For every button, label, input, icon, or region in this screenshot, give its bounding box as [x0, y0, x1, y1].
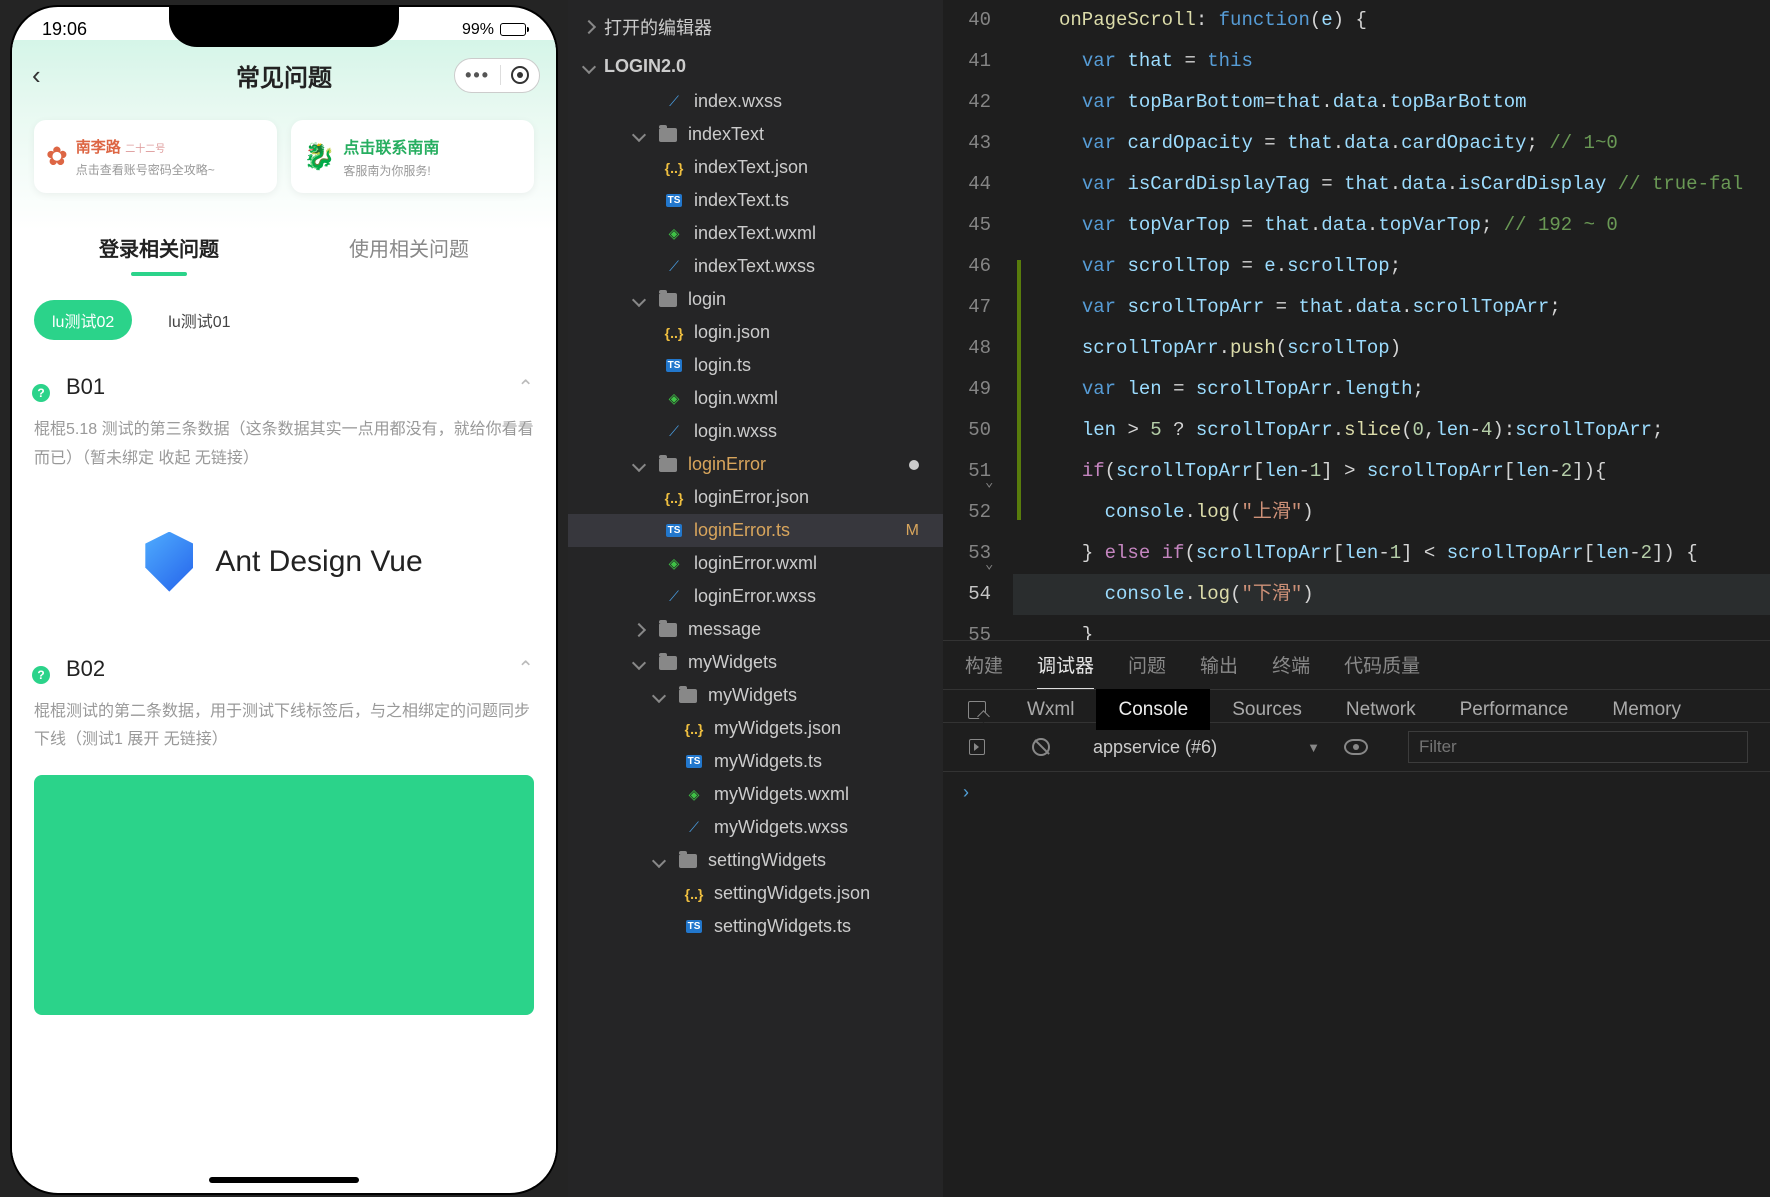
folder-indexText[interactable]: indexText: [568, 118, 943, 151]
devtools-tabs: WxmlConsoleSourcesNetworkPerformanceMemo…: [943, 690, 1770, 723]
file-myWidgets-wxml[interactable]: ◈myWidgets.wxml: [568, 778, 943, 811]
flame-question-icon: ?: [34, 376, 56, 398]
panel-tab-3[interactable]: 输出: [1200, 651, 1238, 689]
eye-icon[interactable]: [1344, 735, 1368, 759]
file-indexText-ts[interactable]: TSindexText.ts: [568, 184, 943, 217]
modified-indicator: M: [906, 522, 919, 540]
chip-test02[interactable]: lu测试02: [34, 300, 132, 340]
folder-myWidgets[interactable]: myWidgets: [568, 679, 943, 712]
panel-tab-0[interactable]: 构建: [965, 651, 1003, 689]
tab-login-issues[interactable]: 登录相关问题: [34, 223, 284, 272]
file-explorer[interactable]: 打开的编辑器 LOGIN2.0 ⟋index.wxssindexText{..}…: [568, 0, 943, 1197]
file-login-wxss[interactable]: ⟋login.wxss: [568, 415, 943, 448]
wechat-capsule[interactable]: •••: [454, 58, 540, 93]
folder-myWidgets[interactable]: myWidgets: [568, 646, 943, 679]
file-tree: ⟋index.wxssindexText{..}indexText.jsonTS…: [568, 85, 943, 943]
file-login-json[interactable]: {..}login.json: [568, 316, 943, 349]
image-placeholder: [34, 775, 534, 1015]
simulator-panel: 19:06 99% ‹ 常见问题 ••• ✿ 南李路 二十二号 点击查看: [0, 0, 568, 1197]
page-title: 常见问题: [236, 58, 332, 93]
file-myWidgets-wxss[interactable]: ⟋myWidgets.wxss: [568, 811, 943, 844]
capsule-close-icon[interactable]: [511, 66, 529, 84]
modified-dot-icon: [909, 460, 919, 470]
faq-item-b02[interactable]: ? B02 ⌃ 棍棍测试的第二条数据，用于测试下线标签后，与之相绑定的问题同步下…: [34, 656, 534, 756]
console-filter-input[interactable]: [1408, 731, 1748, 763]
file-settingWidgets-ts[interactable]: TSsettingWidgets.ts: [568, 910, 943, 943]
chevron-down-icon: [582, 59, 596, 73]
file-settingWidgets-json[interactable]: {..}settingWidgets.json: [568, 877, 943, 910]
file-indexText-wxml[interactable]: ◈indexText.wxml: [568, 217, 943, 250]
file-indexText-wxss[interactable]: ⟋indexText.wxss: [568, 250, 943, 283]
ant-design-logo: Ant Design Vue: [34, 502, 534, 622]
status-time: 19:06: [42, 19, 87, 40]
file-loginError-ts[interactable]: TSloginError.tsM: [568, 514, 943, 547]
folder-settingWidgets[interactable]: settingWidgets: [568, 844, 943, 877]
console-toolbar: appservice (#6) ▼: [943, 723, 1770, 772]
folder-message[interactable]: message: [568, 613, 943, 646]
file-login-wxml[interactable]: ◈login.wxml: [568, 382, 943, 415]
file-myWidgets-ts[interactable]: TSmyWidgets.ts: [568, 745, 943, 778]
phone-content[interactable]: ✿ 南李路 二十二号 点击查看账号密码全攻略~ 🐉 点击联系南南 客服南为你服务…: [12, 110, 556, 1186]
shield-icon: [145, 532, 193, 592]
chip-row: lu测试02 lu测试01: [34, 300, 534, 340]
file-login-ts[interactable]: TSlogin.ts: [568, 349, 943, 382]
back-button[interactable]: ‹: [32, 60, 41, 91]
context-selector[interactable]: appservice (#6) ▼: [1093, 737, 1320, 758]
panel-tab-2[interactable]: 问题: [1128, 651, 1166, 689]
chevron-up-icon[interactable]: ⌃: [517, 656, 534, 681]
file-indexText-json[interactable]: {..}indexText.json: [568, 151, 943, 184]
chevron-down-icon: [652, 688, 666, 702]
flame-question-icon: ?: [34, 658, 56, 680]
folder-loginError[interactable]: loginError: [568, 448, 943, 481]
editor-column: 40414243444546474849505152535455 onPageS…: [943, 0, 1770, 1197]
info-cards: ✿ 南李路 二十二号 点击查看账号密码全攻略~ 🐉 点击联系南南 客服南为你服务…: [34, 120, 534, 193]
capsule-menu-icon[interactable]: •••: [465, 65, 490, 86]
chevron-down-icon: [632, 457, 646, 471]
chevron-down-icon: [652, 853, 666, 867]
panel-tab-1[interactable]: 调试器: [1037, 651, 1094, 689]
chevron-down-icon: [632, 655, 646, 669]
info-card-contact[interactable]: 🐉 点击联系南南 客服南为你服务!: [291, 120, 534, 193]
line-gutter: 40414243444546474849505152535455: [943, 0, 1013, 640]
chevron-right-icon: [632, 622, 646, 636]
panel-tab-4[interactable]: 终端: [1272, 651, 1310, 689]
category-tabs: 登录相关问题 使用相关问题: [34, 223, 534, 272]
status-battery: 99%: [462, 21, 526, 39]
chip-test01[interactable]: lu测试01: [150, 300, 248, 340]
chevron-down-icon: [632, 127, 646, 141]
chevron-down-icon: [632, 292, 646, 306]
faq-item-b01[interactable]: ? B01 ⌃ 棍棍5.18 测试的第三条数据（这条数据其实一点用都没有，就给你…: [34, 374, 534, 474]
phone-notch: [169, 7, 399, 47]
mascot-icon: 🐉: [303, 141, 335, 172]
folder-login[interactable]: login: [568, 283, 943, 316]
code-editor[interactable]: 40414243444546474849505152535455 onPageS…: [943, 0, 1770, 640]
file-loginError-wxss[interactable]: ⟋loginError.wxss: [568, 580, 943, 613]
phone-titlebar: ‹ 常见问题 •••: [12, 40, 556, 110]
panel-tabs: 构建调试器问题输出终端代码质量: [943, 641, 1770, 690]
home-indicator: [209, 1177, 359, 1183]
chevron-up-icon[interactable]: ⌃: [517, 375, 534, 400]
file-loginError-json[interactable]: {..}loginError.json: [568, 481, 943, 514]
info-card-account[interactable]: ✿ 南李路 二十二号 点击查看账号密码全攻略~: [34, 120, 277, 193]
file-myWidgets-json[interactable]: {..}myWidgets.json: [568, 712, 943, 745]
tab-usage-issues[interactable]: 使用相关问题: [284, 223, 534, 272]
code-content[interactable]: onPageScroll: function(e) { var that = t…: [1013, 0, 1770, 640]
panel-tab-5[interactable]: 代码质量: [1344, 651, 1420, 689]
leaf-icon: ✿: [46, 141, 68, 172]
phone-frame: 19:06 99% ‹ 常见问题 ••• ✿ 南李路 二十二号 点击查看: [10, 5, 558, 1195]
console-output[interactable]: ›: [943, 772, 1770, 813]
play-icon[interactable]: [965, 735, 989, 759]
inspect-icon[interactable]: [965, 698, 989, 722]
explorer-project-header[interactable]: LOGIN2.0: [568, 48, 943, 85]
file-loginError-wxml[interactable]: ◈loginError.wxml: [568, 547, 943, 580]
file-index-wxss[interactable]: ⟋index.wxss: [568, 85, 943, 118]
chevron-right-icon: [582, 20, 596, 34]
explorer-opened-editors[interactable]: 打开的编辑器: [568, 6, 943, 48]
battery-icon: [500, 23, 526, 36]
clear-icon[interactable]: [1029, 735, 1053, 759]
bottom-panel: 构建调试器问题输出终端代码质量 WxmlConsoleSourcesNetwor…: [943, 640, 1770, 1197]
chevron-down-icon: ▼: [1307, 740, 1320, 755]
